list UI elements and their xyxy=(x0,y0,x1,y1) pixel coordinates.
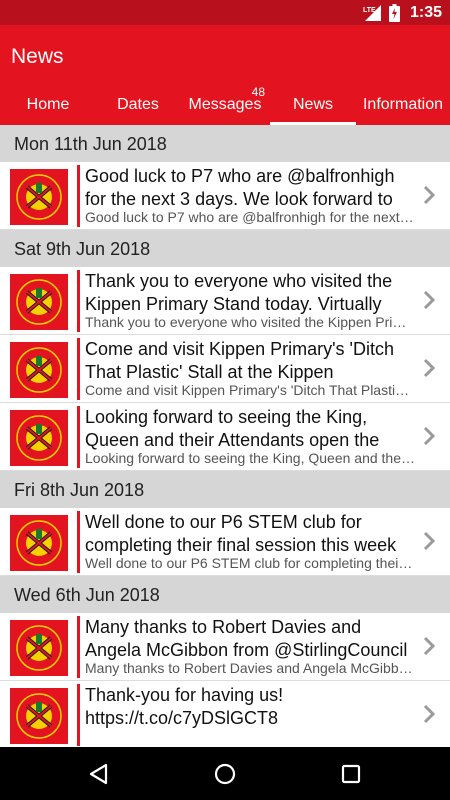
accent-bar xyxy=(77,684,80,746)
tab-home[interactable]: Home xyxy=(0,89,96,125)
news-summary: Thank you to everyone who visited the Ki… xyxy=(85,314,415,330)
chevron-right-icon xyxy=(423,358,436,378)
tab-messages[interactable]: Messages 48 xyxy=(180,85,270,125)
accent-bar xyxy=(77,165,80,227)
news-title: Looking forward to seeing the King, Quee… xyxy=(85,407,380,450)
news-title: Good luck to P7 who are @balfronhigh for… xyxy=(85,166,395,209)
news-summary: Many thanks to Robert Davies and Angela … xyxy=(85,660,415,676)
accent-bar xyxy=(77,511,80,573)
tab-label: Information xyxy=(362,96,444,113)
news-summary: Come and visit Kippen Primary's 'Ditch T… xyxy=(85,382,415,398)
school-logo-icon xyxy=(10,688,68,744)
news-title: Come and visit Kippen Primary's 'Ditch T… xyxy=(85,339,394,382)
accent-bar xyxy=(77,270,80,332)
status-bar: LTE 1:35 xyxy=(0,0,450,25)
tab-label: Home xyxy=(26,96,70,113)
date-header: Wed 6th Jun 2018 xyxy=(0,576,450,613)
accent-bar xyxy=(77,338,80,400)
news-item[interactable]: Good luck to P7 who are @balfronhigh for… xyxy=(0,162,450,230)
tab-news[interactable]: News xyxy=(270,89,356,125)
tab-dates[interactable]: Dates xyxy=(96,89,180,125)
unread-badge: 48 xyxy=(249,85,267,99)
date-header: Fri 8th Jun 2018 xyxy=(0,471,450,508)
chevron-right-icon xyxy=(423,636,436,656)
chevron-right-icon xyxy=(423,185,436,205)
news-list[interactable]: Mon 11th Jun 2018 Good luck to P7 who are… xyxy=(0,125,450,747)
home-icon[interactable] xyxy=(213,762,237,786)
accent-bar xyxy=(77,406,80,468)
status-icons: LTE 1:35 xyxy=(363,3,442,23)
battery-icon xyxy=(388,4,400,22)
date-header: Sat 9th Jun 2018 xyxy=(0,230,450,267)
news-title: Many thanks to Robert Davies and Angela … xyxy=(85,617,408,660)
news-item[interactable]: Thank you to everyone who visited the Ki… xyxy=(0,267,450,335)
news-summary: Good luck to P7 who are @balfronhigh for… xyxy=(85,209,415,225)
tab-label: Dates xyxy=(117,96,159,113)
chevron-right-icon xyxy=(423,531,436,551)
news-item[interactable]: Come and visit Kippen Primary's 'Ditch T… xyxy=(0,335,450,403)
chevron-right-icon xyxy=(423,704,436,724)
accent-bar xyxy=(77,616,80,678)
news-title: Thank-you for having us! https://t.co/c7… xyxy=(85,685,284,728)
news-item[interactable]: Thank-you for having us! https://t.co/c7… xyxy=(0,681,450,747)
news-title: Well done to our P6 STEM club for comple… xyxy=(85,512,397,555)
school-logo-icon xyxy=(10,410,68,466)
network-type: LTE xyxy=(363,7,376,14)
date-header: Mon 11th Jun 2018 xyxy=(0,125,450,162)
chevron-right-icon xyxy=(423,290,436,310)
school-logo-icon xyxy=(10,515,68,571)
school-logo-icon xyxy=(10,274,68,330)
app-bar: News Home Dates Messages 48 News Informa… xyxy=(0,25,450,125)
news-item[interactable]: Well done to our P6 STEM club for comple… xyxy=(0,508,450,576)
navigation-bar xyxy=(0,747,450,800)
news-summary: Well done to our P6 STEM club for comple… xyxy=(85,555,415,571)
signal-icon: LTE xyxy=(363,5,381,21)
news-item[interactable]: Many thanks to Robert Davies and Angela … xyxy=(0,613,450,681)
tab-label: News xyxy=(292,96,333,113)
news-title: Thank you to everyone who visited the Ki… xyxy=(85,271,393,314)
news-item[interactable]: Looking forward to seeing the King, Quee… xyxy=(0,403,450,471)
news-summary: Looking forward to seeing the King, Quee… xyxy=(85,450,415,466)
school-logo-icon xyxy=(10,342,68,398)
tab-bar: Home Dates Messages 48 News Information xyxy=(0,85,450,125)
tab-information[interactable]: Information xyxy=(356,89,450,125)
school-logo-icon xyxy=(10,169,68,225)
clock: 1:35 xyxy=(409,4,442,21)
recents-icon[interactable] xyxy=(339,762,363,786)
chevron-right-icon xyxy=(423,426,436,446)
back-icon[interactable] xyxy=(87,762,111,786)
school-logo-icon xyxy=(10,620,68,676)
page-title: News xyxy=(11,45,64,68)
